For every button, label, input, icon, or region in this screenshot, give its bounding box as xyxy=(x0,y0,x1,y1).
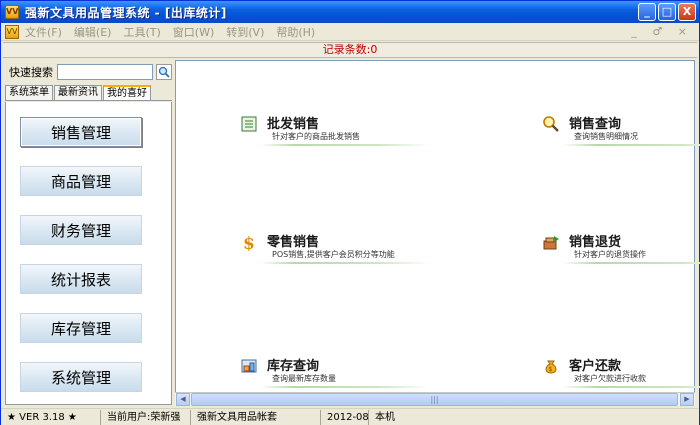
tile-inventory-query[interactable]: 库存查询 查询最新库存数量 xyxy=(240,355,440,389)
tile-sales-return[interactable]: 销售退货 针对客户的退货操作 xyxy=(542,231,700,265)
tile-retail-sales[interactable]: $ 零售销售 POS销售,提供客户会员积分等功能 xyxy=(240,231,440,265)
tile-title: 批发销售 xyxy=(267,117,320,132)
record-count-bar: 记录条数:0 xyxy=(3,42,697,58)
search-input[interactable] xyxy=(57,64,153,80)
nav-sales-management[interactable]: 销售管理 xyxy=(20,117,142,147)
nav-system-management[interactable]: 系统管理 xyxy=(20,362,142,392)
tile-divider xyxy=(562,144,700,146)
window-title: 强新文具用品管理系统 - [出库统计] xyxy=(25,5,227,20)
svg-text:$: $ xyxy=(549,366,553,373)
search-icon xyxy=(158,66,170,78)
menu-edit[interactable]: 编辑(E) xyxy=(74,24,112,40)
tab-my-favorites[interactable]: 我的喜好 xyxy=(103,85,151,100)
mdi-window-controls[interactable]: _ ♂ × xyxy=(631,25,693,38)
tile-description: 针对客户的退货操作 xyxy=(574,250,646,259)
money-bag-icon: $ xyxy=(545,360,557,374)
close-button[interactable]: X xyxy=(678,3,696,21)
inventory-icon xyxy=(241,359,257,373)
tile-description: 查询销售明细情况 xyxy=(574,132,638,141)
menu-tools[interactable]: 工具(T) xyxy=(123,24,160,40)
app-icon[interactable]: VV xyxy=(5,5,19,19)
scroll-right-button[interactable]: ▶ xyxy=(680,393,694,406)
record-count: 记录条数:0 xyxy=(322,43,378,56)
tile-title: 销售查询 xyxy=(569,117,622,132)
status-account: 强新文具用品帐套 xyxy=(191,409,321,425)
nav-inventory-management[interactable]: 库存管理 xyxy=(20,313,142,343)
tile-divider xyxy=(260,262,430,264)
maximize-button[interactable]: □ xyxy=(658,3,676,21)
svg-text:$: $ xyxy=(243,234,255,251)
menu-help[interactable]: 帮助(H) xyxy=(276,24,315,40)
menu-goto[interactable]: 转到(V) xyxy=(226,24,264,40)
scroll-thumb[interactable]: ||| xyxy=(191,393,678,406)
search-label: 快速搜索 xyxy=(9,66,53,79)
dollar-icon: $ xyxy=(243,234,255,251)
status-bar: ★ VER 3.18 ★ 当前用户:荣新强 强新文具用品帐套 2012-08 本… xyxy=(1,408,699,425)
function-panel: 批发销售 针对客户的商品批发销售 销售查询 查询销售明细情况 $ 零售销售 PO… xyxy=(175,60,700,405)
status-version: ★ VER 3.18 ★ xyxy=(1,409,101,425)
tile-divider xyxy=(562,262,700,264)
title-bar[interactable]: VV 强新文具用品管理系统 - [出库统计] _ □ X xyxy=(1,1,699,23)
nav-product-management[interactable]: 商品管理 xyxy=(20,166,142,196)
app-window: VV 强新文具用品管理系统 - [出库统计] _ □ X VV 文件(F) 编辑… xyxy=(0,0,700,425)
tile-title: 客户还款 xyxy=(569,359,622,374)
nav-finance-management[interactable]: 财务管理 xyxy=(20,215,142,245)
status-user: 当前用户:荣新强 xyxy=(101,409,191,425)
tile-description: 针对客户的商品批发销售 xyxy=(272,132,360,141)
ledger-icon xyxy=(241,116,257,132)
star-icon: ★ xyxy=(67,411,77,423)
tile-title: 销售退货 xyxy=(569,235,622,250)
nav-panel: 销售管理 商品管理 财务管理 统计报表 库存管理 系统管理 xyxy=(5,102,172,405)
tab-system-menu[interactable]: 系统菜单 xyxy=(5,85,53,100)
tile-customer-repayment[interactable]: $ 客户还款 对客户欠款进行收款 xyxy=(542,355,700,389)
tile-title: 库存查询 xyxy=(267,359,320,374)
return-box-icon xyxy=(543,236,559,250)
status-machine: 本机 xyxy=(375,411,395,423)
left-tabs: 系统菜单 最新资讯 我的喜好 xyxy=(5,85,172,101)
tab-latest-news[interactable]: 最新资讯 xyxy=(54,85,102,100)
tile-wholesale-sales[interactable]: 批发销售 针对客户的商品批发销售 xyxy=(240,113,440,147)
mdi-app-icon[interactable]: VV xyxy=(5,24,19,39)
search-button[interactable] xyxy=(156,64,172,80)
tile-title: 零售销售 xyxy=(267,235,320,250)
nav-statistics-reports[interactable]: 统计报表 xyxy=(20,264,142,294)
minimize-button[interactable]: _ xyxy=(638,3,656,21)
magnifier-icon xyxy=(543,116,559,132)
star-icon: ★ xyxy=(7,411,16,423)
tile-description: 查询最新库存数量 xyxy=(272,374,336,383)
tile-description: POS销售,提供客户会员积分等功能 xyxy=(272,250,395,259)
status-date: 2012-08 xyxy=(321,409,369,425)
tile-description: 对客户欠款进行收款 xyxy=(574,374,646,383)
tile-divider xyxy=(562,386,700,388)
scroll-left-button[interactable]: ◀ xyxy=(176,393,190,406)
version-text: VER 3.18 xyxy=(19,411,65,423)
horizontal-scrollbar[interactable]: ◀ ||| ▶ xyxy=(175,392,695,406)
menu-file[interactable]: 文件(F) xyxy=(25,24,62,40)
quick-search: 快速搜索 xyxy=(5,62,172,82)
tile-sales-query[interactable]: 销售查询 查询销售明细情况 xyxy=(542,113,700,147)
tile-divider xyxy=(260,386,430,388)
left-pane: 快速搜索 系统菜单 最新资讯 我的喜好 销售管理 商品管理 财务管理 统计报表 … xyxy=(5,60,172,405)
tile-divider xyxy=(260,144,430,146)
menu-window[interactable]: 窗口(W) xyxy=(173,24,214,40)
menu-bar: VV 文件(F) 编辑(E) 工具(T) 窗口(W) 转到(V) 帮助(H) _… xyxy=(1,23,699,41)
